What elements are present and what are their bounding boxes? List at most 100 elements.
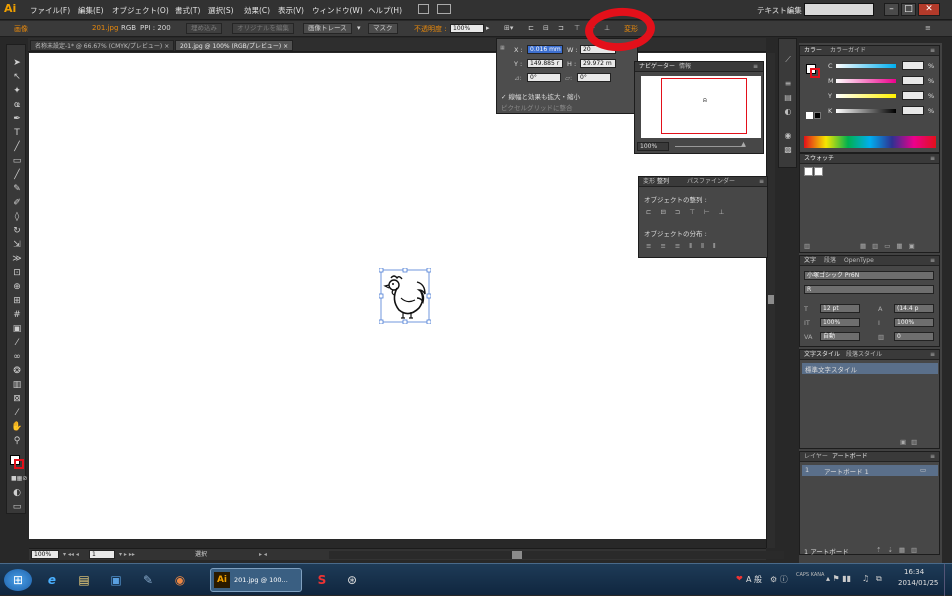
taskbar-illustrator-button[interactable]: Ai 201.jpg @ 100... (210, 568, 302, 592)
network-icon[interactable]: ⧉ (876, 574, 882, 584)
color-stroke-swatch[interactable] (810, 68, 820, 78)
menu-window[interactable]: ウィンドウ(W) (312, 5, 363, 16)
tab-artboards[interactable]: アートボード (832, 453, 868, 461)
minimize-button[interactable]: – (884, 3, 899, 16)
channel-c-slider[interactable] (836, 64, 896, 68)
h-field[interactable]: 29.972 m (580, 59, 616, 68)
perspective-grid-tool-icon[interactable]: ⊞ (11, 295, 23, 307)
paintbrush-tool-icon[interactable]: ╱ (11, 169, 23, 181)
vertical-scrollbar[interactable] (766, 53, 775, 548)
clock-time[interactable]: 16:34 (904, 568, 924, 576)
menu-edit[interactable]: 編集(E) (78, 5, 104, 16)
screen-mode-icon[interactable]: ▭ (11, 501, 23, 513)
navigator-zoom-slider[interactable] (675, 146, 745, 147)
channel-k-slider[interactable] (836, 109, 896, 113)
artboard-number-field[interactable]: 1 (89, 550, 115, 559)
align-to-icon[interactable]: ⊞▾ (504, 24, 513, 32)
hand-tool-icon[interactable]: ✋ (11, 421, 23, 433)
rotate-angle-field[interactable]: 0° (527, 73, 561, 82)
menu-view[interactable]: 表示(V) (278, 5, 304, 16)
linked-file-link[interactable]: 201.jpg (92, 24, 118, 32)
image-trace-button[interactable]: 画像トレース (303, 23, 352, 34)
font-size-field[interactable]: 12 pt (820, 304, 860, 313)
artboard-footer-icons[interactable]: ⇡⇣▦▥ (876, 546, 923, 554)
graphic-styles-icon[interactable]: ▩ (783, 145, 793, 154)
type-tool-icon[interactable]: T (11, 127, 23, 139)
color-mode-icons[interactable]: ■▦⊘ (11, 473, 27, 485)
ime-mode-label[interactable]: A 般 (746, 574, 762, 585)
black-swatch[interactable] (814, 112, 821, 119)
font-style-select[interactable]: R (804, 285, 934, 294)
swatch-registration[interactable] (814, 167, 823, 176)
search-input[interactable] (804, 3, 874, 16)
swatch-none[interactable] (804, 167, 813, 176)
zoom-field[interactable]: 100% (31, 550, 59, 559)
menu-file[interactable]: ファイル(F) (30, 5, 70, 16)
x-field[interactable]: 0.016 mm (527, 45, 563, 54)
chrome-icon[interactable]: ◉ (168, 569, 192, 591)
font-family-select[interactable]: 小塚ゴシック Pr6N (804, 271, 934, 280)
tab-info[interactable]: 情報 (679, 63, 691, 71)
align-center-icon[interactable]: ⊟ (543, 24, 549, 32)
gradient-panel-icon[interactable]: ▤ (783, 93, 793, 102)
start-button-icon[interactable]: ⊞ (4, 569, 32, 591)
scale-strokes-checkbox[interactable]: ✓ 線幅と効果も拡大・縮小 (501, 91, 580, 101)
line-tool-icon[interactable]: ╱ (11, 141, 23, 153)
file-explorer-icon[interactable]: ▤ (72, 569, 96, 591)
channel-c-field[interactable] (902, 61, 924, 70)
zoom-in-icon[interactable]: ▲ (741, 140, 746, 148)
zoom-tool-icon[interactable]: ⚲ (11, 435, 23, 447)
tab-transform[interactable]: 変形 (643, 178, 655, 186)
artboard-row[interactable]: 1 アートボード 1 ▭ (802, 465, 938, 476)
opacity-field[interactable]: 100% (450, 24, 484, 33)
shear-angle-field[interactable]: 0° (577, 73, 611, 82)
show-desktop-button[interactable] (944, 564, 952, 596)
eyedropper-tool-icon[interactable]: ⁄ (11, 337, 23, 349)
tab-document-201[interactable]: 201.jpg @ 100% (RGB/プレビュー) × (175, 40, 294, 51)
tab-close-icon[interactable]: × (283, 43, 288, 50)
brushes-icon[interactable]: ⟋ (783, 55, 793, 64)
blend-tool-icon[interactable]: ∞ (11, 351, 23, 363)
navigator-thumbnail[interactable]: ᕱ (641, 76, 761, 138)
tab-align[interactable]: 整列 (657, 178, 669, 186)
menu-effect[interactable]: 効果(C) (244, 5, 270, 16)
embed-button[interactable]: 埋め込み (186, 23, 222, 34)
style-footer-icons[interactable]: ▣▥ (900, 438, 922, 446)
panel-menu-icon[interactable]: ≡ (930, 453, 935, 461)
tab-swatches[interactable]: スウォッチ (804, 155, 834, 163)
app-icon-w[interactable]: ⊛ (340, 569, 364, 591)
ime-icon[interactable]: ❤ (736, 574, 743, 583)
align-left-icon[interactable]: ⊏ (528, 24, 534, 32)
vertical-scroll-thumb[interactable] (768, 295, 774, 304)
tab-document-untitled[interactable]: 名称未設定-1* @ 66.67% (CMYK/プレビュー) × (30, 40, 175, 51)
tab-opentype[interactable]: OpenType (844, 257, 874, 265)
bridge-icon[interactable] (418, 4, 429, 14)
selection-tool-icon[interactable]: ➤ (11, 57, 23, 69)
slice-tool-icon[interactable]: ⁄ (11, 407, 23, 419)
color-spectrum-ramp[interactable] (804, 136, 936, 148)
appearance-panel-icon[interactable]: ◉ (783, 131, 793, 140)
rectangle-tool-icon[interactable]: ▭ (11, 155, 23, 167)
drawing-mode-icon[interactable]: ◐ (11, 487, 23, 499)
width-tool-icon[interactable]: ≫ (11, 253, 23, 265)
edit-original-button[interactable]: オリジナルを編集 (232, 23, 294, 34)
panel-menu-icon[interactable]: ≡ (930, 257, 935, 265)
navigator-zoom-field[interactable]: 100% (637, 142, 669, 151)
direct-selection-tool-icon[interactable]: ↖ (11, 71, 23, 83)
blob-brush-tool-icon[interactable]: ✐ (11, 197, 23, 209)
pen-tool-icon[interactable]: ✒ (11, 113, 23, 125)
panel-menu-icon[interactable]: ≡ (753, 63, 758, 71)
horizontal-scroll-thumb[interactable] (512, 551, 522, 559)
workspace-switcher[interactable]: テキスト編集 ▾ (757, 5, 808, 16)
panel-menu-icon[interactable]: ≡ (930, 47, 935, 55)
opacity-dropdown-icon[interactable]: ▸ (486, 24, 490, 32)
status-menu-icon[interactable]: ▸ ◂ (259, 550, 267, 559)
y-field[interactable]: 149.885 r (527, 59, 563, 68)
mesh-tool-icon[interactable]: # (11, 309, 23, 321)
pencil-tool-icon[interactable]: ✎ (11, 183, 23, 195)
channel-m-field[interactable] (902, 76, 924, 85)
image-trace-dropdown-icon[interactable]: ▾ (357, 24, 361, 32)
tab-close-icon[interactable]: × (164, 43, 169, 50)
ime-tools-icon[interactable]: ⚙ ⓘ (770, 574, 788, 585)
artboard-options-icon[interactable]: ▭ (920, 466, 926, 474)
